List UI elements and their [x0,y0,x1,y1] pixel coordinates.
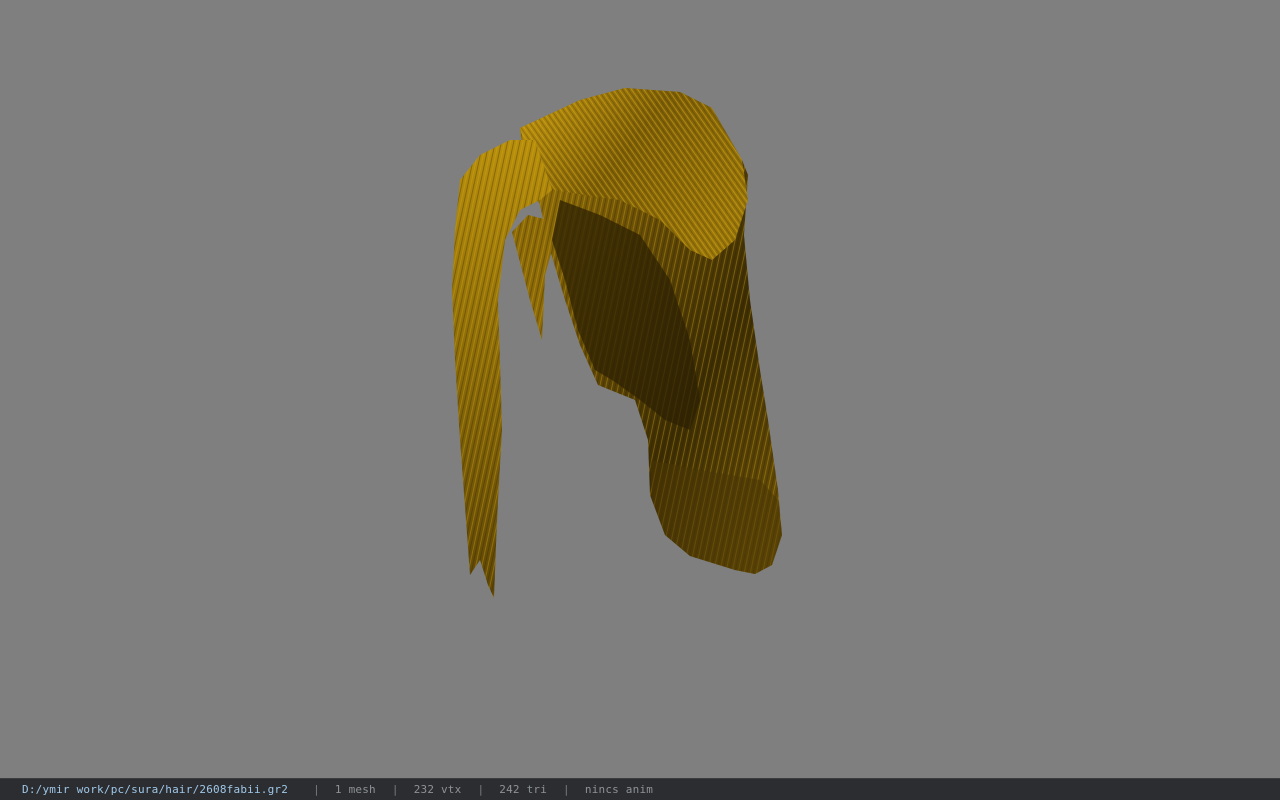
file-path-label: D:/ymir work/pc/sura/hair/2608fabii.gr2 [22,783,289,796]
status-separator: | [391,783,399,796]
status-separator: | [313,783,320,796]
anim-status-label: nincs anim [584,783,654,796]
status-separator: | [477,783,485,796]
status-separator: | [563,783,570,796]
vertex-count-label: 232 vtx [413,783,462,796]
hair-model[interactable] [0,0,1280,778]
mesh-count-label: 1 mesh [334,783,376,796]
status-bar: D:/ymir work/pc/sura/hair/2608fabii.gr2 … [0,778,1280,800]
triangle-count-label: 242 tri [499,783,548,796]
3d-viewport[interactable] [0,0,1280,778]
